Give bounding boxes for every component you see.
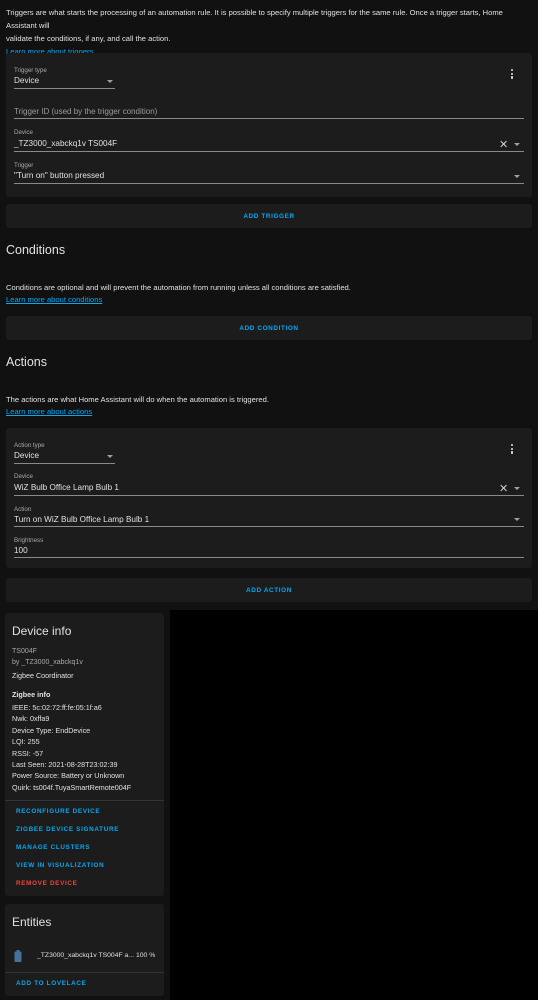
trigger-device-label: Device	[14, 129, 33, 136]
actions-description: The actions are what Home Assistant will…	[6, 395, 269, 404]
add-trigger-label: ADD TRIGGER	[243, 212, 295, 220]
entity-name: _TZ3000_xabckq1v TS004F a...	[37, 952, 134, 959]
trigger-trigger-chevron-down-icon[interactable]	[514, 175, 520, 178]
view-in-visualization-button[interactable]: VIEW IN VISUALIZATION	[16, 862, 104, 869]
trigger-trigger-underline	[14, 183, 524, 184]
entity-row[interactable]: _TZ3000_xabckq1v TS004F a... 100 %	[12, 949, 160, 963]
zigbee-info-list: IEEE: 5c:02:72:ff:fe:05:1f:a6 Nwk: 0xffa…	[12, 702, 131, 793]
action-type-underline	[14, 463, 115, 464]
conditions-title: Conditions	[6, 243, 66, 257]
zigbee-device-type: Device Type: EndDevice	[12, 725, 91, 735]
add-condition-label: ADD CONDITION	[239, 324, 299, 332]
brightness-label: Brightness	[14, 537, 44, 544]
entity-value: 100 %	[136, 952, 156, 959]
add-condition-button[interactable]: ADD CONDITION	[6, 316, 532, 340]
trigger-device-select[interactable]: _TZ3000_xabckq1v TS004F	[14, 139, 117, 148]
action-action-label: Action	[14, 506, 32, 513]
add-trigger-button[interactable]: ADD TRIGGER	[6, 204, 532, 228]
add-action-label: ADD ACTION	[246, 586, 292, 594]
entities-card: Entities _TZ3000_xabckq1v TS004F a... 10…	[5, 904, 164, 996]
zigbee-last-seen: Last Seen: 2021-08-28T23:02:39	[12, 760, 118, 770]
zigbee-quirk: Quirk: ts004f.TuyaSmartRemote004F	[12, 782, 132, 792]
trigger-type-underline	[14, 88, 115, 89]
action-action-underline	[14, 526, 524, 527]
empty-panel	[170, 610, 538, 1000]
reconfigure-device-button[interactable]: RECONFIGURE DEVICE	[16, 808, 100, 815]
triggers-intro-line2: validate the conditions, if any, and cal…	[6, 34, 171, 43]
action-card: Action type Device Device WiZ Bulb Offic…	[6, 428, 532, 568]
action-device-underline	[14, 495, 524, 496]
trigger-device-chevron-down-icon[interactable]	[514, 143, 520, 146]
learn-more-actions-link[interactable]: Learn more about actions	[6, 407, 92, 416]
action-action-select[interactable]: Turn on WiZ Bulb Office Lamp Bulb 1	[14, 515, 149, 524]
action-type-select[interactable]: Device	[14, 451, 39, 460]
entities-divider	[5, 972, 164, 973]
add-action-button[interactable]: ADD ACTION	[6, 578, 532, 602]
trigger-type-chevron-down-icon[interactable]	[107, 80, 113, 83]
manage-clusters-button[interactable]: MANAGE CLUSTERS	[16, 844, 90, 851]
zigbee-rssi: RSSI: -57	[12, 748, 44, 758]
action-overflow-menu-icon[interactable]	[510, 444, 514, 454]
action-type-chevron-down-icon[interactable]	[107, 455, 113, 458]
device-manufacturer: by _TZ3000_xabckq1v	[12, 659, 83, 666]
action-device-chevron-down-icon[interactable]	[514, 487, 520, 490]
device-via: Zigbee Coordinator	[12, 671, 74, 680]
triggers-intro: Triggers are what starts the processing …	[6, 6, 532, 58]
action-action-chevron-down-icon[interactable]	[514, 518, 520, 521]
trigger-type-select[interactable]: Device	[14, 76, 39, 85]
zigbee-info-title: Zigbee info	[12, 690, 51, 699]
zigbee-lqi: LQI: 255	[12, 737, 40, 747]
device-info-divider	[5, 800, 164, 801]
trigger-id-underline	[14, 118, 524, 119]
trigger-id-input[interactable]: Trigger ID (used by the trigger conditio…	[14, 107, 157, 116]
action-device-label: Device	[14, 473, 33, 480]
trigger-card: Trigger type Device Trigger ID (used by …	[6, 53, 532, 197]
action-device-close-icon[interactable]: ✕	[499, 484, 508, 495]
trigger-trigger-label: Trigger	[14, 162, 34, 169]
entities-title: Entities	[12, 915, 52, 929]
trigger-device-close-icon[interactable]: ✕	[499, 140, 508, 151]
remove-device-button[interactable]: REMOVE DEVICE	[16, 880, 78, 887]
trigger-overflow-menu-icon[interactable]	[510, 69, 514, 79]
trigger-type-label: Trigger type	[14, 67, 47, 74]
device-info-title: Device info	[12, 624, 72, 638]
zigbee-nwk: Nwk: 0xffa9	[12, 714, 50, 724]
triggers-intro-line1: Triggers are what starts the processing …	[6, 8, 503, 30]
zigbee-device-signature-button[interactable]: ZIGBEE DEVICE SIGNATURE	[16, 826, 119, 833]
brightness-input[interactable]: 100	[14, 546, 28, 555]
device-info-card: Device info TS004F by _TZ3000_xabckq1v Z…	[5, 613, 164, 896]
brightness-underline	[14, 557, 524, 558]
device-model: TS004F	[12, 648, 37, 655]
conditions-description: Conditions are optional and will prevent…	[6, 283, 351, 292]
zigbee-power-source: Power Source: Battery or Unknown	[12, 771, 125, 781]
add-to-lovelace-button[interactable]: ADD TO LOVELACE	[16, 980, 87, 987]
zigbee-ieee: IEEE: 5c:02:72:ff:fe:05:1f:a6	[12, 703, 102, 712]
trigger-trigger-select[interactable]: "Turn on" button pressed	[14, 171, 104, 180]
action-device-select[interactable]: WiZ Bulb Office Lamp Bulb 1	[14, 483, 119, 492]
battery-icon	[14, 950, 22, 962]
trigger-device-underline	[14, 151, 524, 152]
learn-more-conditions-link[interactable]: Learn more about conditions	[6, 295, 102, 304]
action-type-label: Action type	[14, 442, 45, 449]
actions-title: Actions	[6, 355, 47, 369]
